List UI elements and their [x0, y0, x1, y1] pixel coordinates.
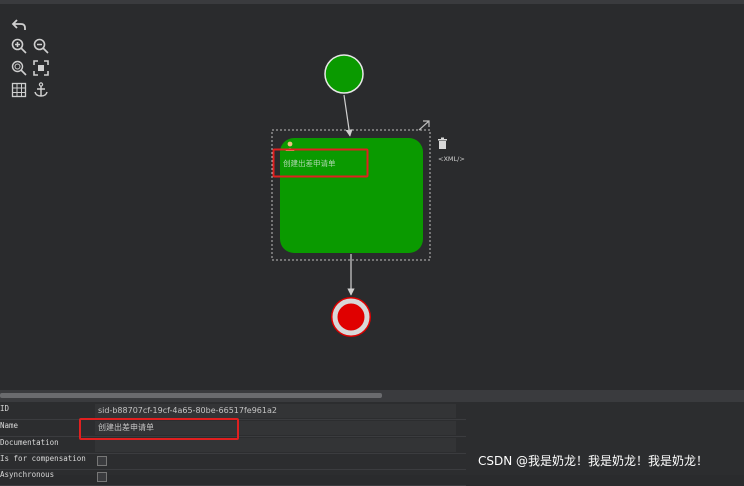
user-task[interactable]	[280, 138, 423, 253]
name-field-highlight	[79, 418, 239, 440]
property-row-compensation: Is for compensation	[0, 453, 466, 470]
property-value-documentation[interactable]	[95, 438, 456, 452]
compensation-checkbox[interactable]	[97, 456, 107, 466]
property-label: Is for compensation	[0, 454, 86, 463]
task-label: 创建出差申请单	[283, 158, 336, 168]
property-value-id[interactable]: sid-b88707cf-19cf-4a65-80be-66517fe961a2	[95, 404, 456, 418]
xml-link[interactable]: <XML/>	[438, 155, 465, 163]
asynchronous-checkbox[interactable]	[97, 472, 107, 482]
resize-icon[interactable]	[418, 120, 430, 131]
watermark: CSDN @我是奶龙！我是奶龙！我是奶龙！	[478, 454, 709, 468]
start-event[interactable]	[324, 54, 364, 94]
property-label: Name	[0, 421, 19, 430]
scrollbar-thumb[interactable]	[0, 393, 382, 398]
diagram-canvas[interactable]: 创建出差申请单 <XML/>	[0, 4, 744, 390]
trash-icon[interactable]	[438, 137, 447, 150]
property-label: ID	[0, 404, 10, 413]
property-row-asynchronous: Asynchronous	[0, 469, 466, 486]
diagram-svg: 创建出差申请单 <XML/>	[271, 54, 465, 337]
property-label: Documentation	[0, 438, 59, 447]
horizontal-scrollbar[interactable]	[0, 390, 744, 402]
